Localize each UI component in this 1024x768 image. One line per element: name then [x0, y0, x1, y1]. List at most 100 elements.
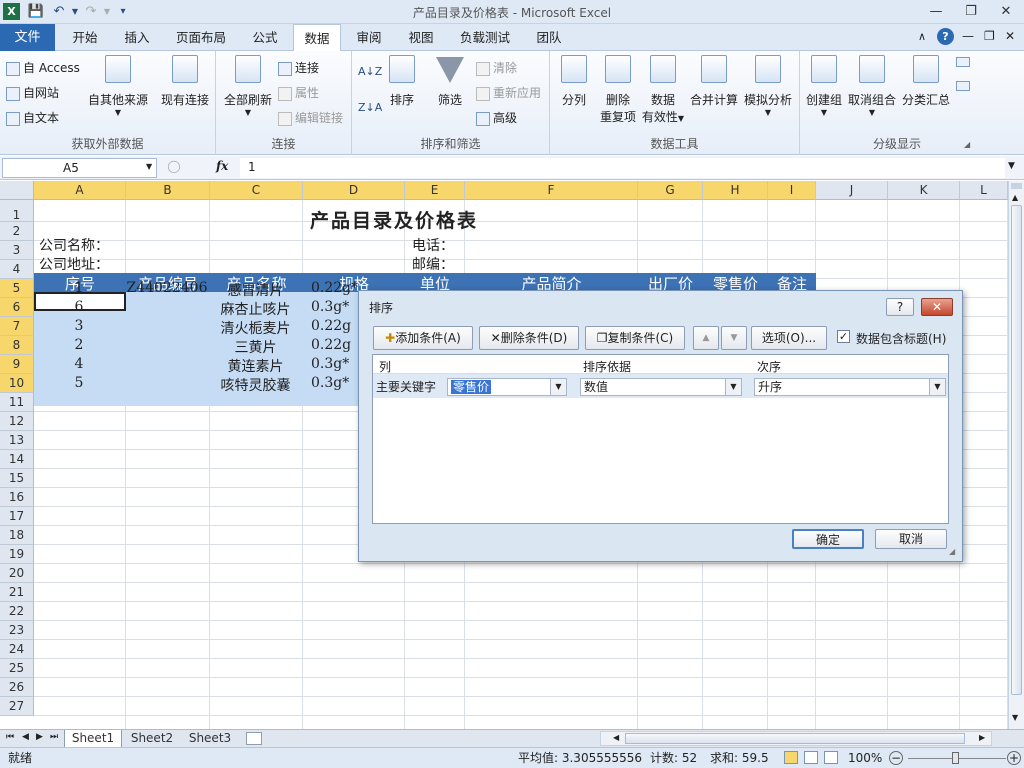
- what-if-analysis-button[interactable]: 模拟分析 ▼: [742, 55, 794, 117]
- close-button[interactable]: ✕: [992, 2, 1020, 22]
- tab-view[interactable]: 视图: [397, 24, 445, 51]
- insert-sheet-icon[interactable]: [246, 732, 262, 745]
- connections-button[interactable]: 连接: [278, 59, 319, 76]
- zoom-level[interactable]: 100%: [848, 748, 882, 768]
- consolidate-button[interactable]: 合并计算: [688, 55, 740, 108]
- row-header[interactable]: 7: [0, 317, 34, 336]
- data-validation-button[interactable]: 数据 有效性▼: [640, 55, 686, 125]
- row-header[interactable]: 9: [0, 355, 34, 374]
- expand-formula-bar-icon[interactable]: ▼: [1008, 161, 1015, 171]
- edit-links-button[interactable]: 编辑链接: [278, 109, 343, 126]
- order-select[interactable]: 升序 ▼: [754, 378, 946, 396]
- sheet-title[interactable]: 产品目录及价格表: [310, 206, 478, 233]
- sort-button[interactable]: 排序: [384, 55, 420, 108]
- tab-page-layout[interactable]: 页面布局: [168, 24, 234, 51]
- column-header[interactable]: F: [465, 181, 638, 200]
- row-header[interactable]: 20: [0, 564, 34, 583]
- horizontal-scrollbar[interactable]: ◀ ▶: [600, 731, 992, 746]
- tab-data[interactable]: 数据: [293, 24, 341, 52]
- column-header[interactable]: L: [960, 181, 1008, 200]
- zoom-in-icon[interactable]: +: [1007, 751, 1021, 765]
- show-detail-icon[interactable]: [956, 57, 970, 67]
- scroll-right-icon[interactable]: ▶: [979, 733, 985, 742]
- table-cell[interactable]: 三黄片: [210, 337, 301, 357]
- row-header[interactable]: 27: [0, 697, 34, 716]
- row-header[interactable]: 12: [0, 412, 34, 431]
- delete-level-button[interactable]: ✕删除条件(D): [479, 326, 579, 350]
- column-header[interactable]: J: [816, 181, 888, 200]
- dialog-help-button[interactable]: ?: [886, 298, 914, 316]
- h-scroll-thumb[interactable]: [625, 733, 965, 744]
- table-cell[interactable]: 感冒清片: [210, 280, 301, 300]
- table-cell[interactable]: Z44022406: [126, 280, 208, 296]
- row-header[interactable]: 25: [0, 659, 34, 678]
- row-header[interactable]: 5: [0, 279, 34, 298]
- dialog-close-button[interactable]: ✕: [921, 298, 953, 316]
- scroll-left-icon[interactable]: ◀: [613, 733, 619, 742]
- copy-level-button[interactable]: ❐复制条件(C): [585, 326, 685, 350]
- column-header[interactable]: C: [210, 181, 303, 200]
- name-box-dropdown-icon[interactable]: ▼: [146, 162, 152, 171]
- row-header[interactable]: 3: [0, 241, 34, 260]
- properties-button[interactable]: 属性: [278, 84, 319, 101]
- table-cell[interactable]: 6: [34, 299, 124, 315]
- refresh-all-button[interactable]: 全部刷新 ▼: [220, 55, 276, 117]
- column-header[interactable]: G: [638, 181, 703, 200]
- group-button[interactable]: 创建组 ▼: [804, 55, 844, 117]
- remove-duplicates-button[interactable]: 删除 重复项: [596, 55, 640, 125]
- row-header[interactable]: 14: [0, 450, 34, 469]
- last-sheet-icon[interactable]: ⏭: [50, 732, 58, 742]
- tab-insert[interactable]: 插入: [112, 24, 162, 51]
- from-other-sources-button[interactable]: 自其他来源 ▼: [86, 55, 150, 117]
- restore-button[interactable]: ❐: [957, 2, 985, 22]
- table-cell[interactable]: 3: [34, 318, 124, 334]
- sort-by-select[interactable]: 零售价 ▼: [447, 378, 567, 396]
- table-cell[interactable]: 清火栀麦片: [210, 318, 301, 338]
- row-header[interactable]: 18: [0, 526, 34, 545]
- row-header[interactable]: 13: [0, 431, 34, 450]
- resize-grip-icon[interactable]: ◢: [949, 547, 955, 556]
- insert-function-icon[interactable]: fx: [216, 159, 228, 173]
- tab-file[interactable]: 文件: [0, 24, 55, 51]
- dialog-launcher-icon[interactable]: ◢: [964, 140, 970, 149]
- row-header[interactable]: 1: [0, 200, 34, 222]
- postcode-label[interactable]: 邮编：: [412, 254, 454, 274]
- text-to-columns-button[interactable]: 分列: [556, 55, 592, 108]
- ungroup-button[interactable]: 取消组合 ▼: [846, 55, 898, 117]
- row-header[interactable]: 23: [0, 621, 34, 640]
- row-header[interactable]: 6: [0, 298, 34, 317]
- collapse-ribbon-icon[interactable]: ∧: [918, 30, 926, 43]
- tab-home[interactable]: 开始: [60, 24, 110, 51]
- row-header[interactable]: 26: [0, 678, 34, 697]
- company-address-label[interactable]: 公司地址：: [39, 254, 109, 274]
- row-header[interactable]: 24: [0, 640, 34, 659]
- from-access-button[interactable]: 自 Access: [6, 59, 80, 76]
- clear-button[interactable]: 清除: [476, 59, 517, 76]
- table-cell[interactable]: 黄连素片: [210, 356, 301, 376]
- row-header[interactable]: 16: [0, 488, 34, 507]
- page-layout-view-icon[interactable]: [804, 751, 818, 764]
- column-header[interactable]: K: [888, 181, 960, 200]
- subtotal-button[interactable]: 分类汇总: [900, 55, 952, 108]
- row-header[interactable]: 4: [0, 260, 34, 279]
- options-button[interactable]: 选项(O)...: [751, 326, 827, 350]
- row-header[interactable]: 2: [0, 222, 34, 241]
- zoom-out-icon[interactable]: −: [889, 751, 903, 765]
- phone-label[interactable]: 电话：: [412, 235, 454, 255]
- move-up-button[interactable]: ▲: [693, 326, 719, 350]
- select-all-corner[interactable]: [0, 181, 34, 200]
- tab-review[interactable]: 审阅: [345, 24, 393, 51]
- row-header[interactable]: 10: [0, 374, 34, 393]
- table-cell[interactable]: 1: [34, 280, 124, 296]
- hide-detail-icon[interactable]: [956, 81, 970, 91]
- row-header[interactable]: 15: [0, 469, 34, 488]
- table-cell[interactable]: 咳特灵胶囊: [210, 375, 301, 395]
- row-header[interactable]: 19: [0, 545, 34, 564]
- ok-button[interactable]: 确定: [792, 529, 864, 549]
- sheet-tab-sheet2[interactable]: Sheet2: [124, 730, 180, 748]
- column-header[interactable]: E: [405, 181, 465, 200]
- has-headers-checkbox[interactable]: ✓: [837, 330, 850, 343]
- cancel-button[interactable]: 取消: [875, 529, 947, 549]
- first-sheet-icon[interactable]: ⏮: [6, 732, 14, 742]
- column-header[interactable]: A: [34, 181, 126, 200]
